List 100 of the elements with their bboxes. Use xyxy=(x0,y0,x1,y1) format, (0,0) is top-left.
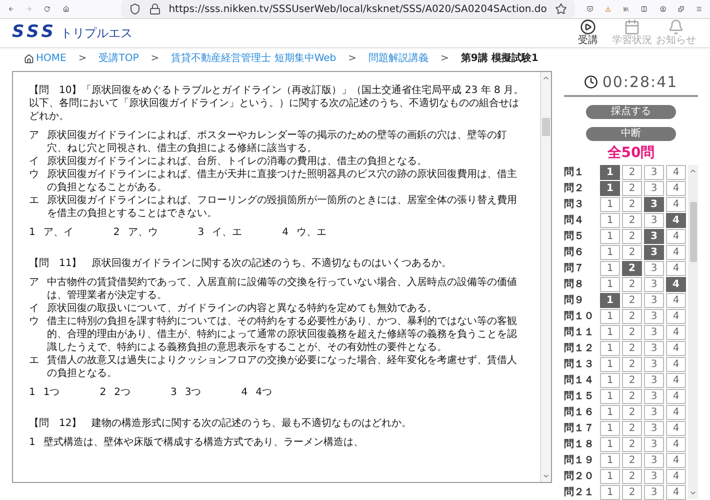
answer-choice[interactable]: 3 xyxy=(644,261,664,276)
answer-choice[interactable]: 3 xyxy=(644,389,664,404)
answer-choice[interactable]: 1 xyxy=(600,229,620,244)
answer-choice[interactable]: 2 xyxy=(622,181,642,196)
answer-choice[interactable]: 3 xyxy=(644,309,664,324)
answer-choice[interactable]: 1 xyxy=(600,469,620,484)
answer-choice[interactable]: 1 xyxy=(600,165,620,180)
scrollbar-thumb[interactable] xyxy=(542,118,550,136)
answer-choice[interactable]: 4 xyxy=(666,405,686,420)
answer-choice[interactable]: 3 xyxy=(644,373,664,388)
answer-choice[interactable]: 2 xyxy=(622,469,642,484)
answer-choice[interactable]: 4 xyxy=(666,277,686,292)
scroll-up-icon[interactable] xyxy=(689,167,697,175)
answer-choice[interactable]: 4 xyxy=(666,229,686,244)
star-icon[interactable] xyxy=(554,3,567,15)
answer-choice[interactable]: 3 xyxy=(644,485,664,500)
answer-choice[interactable]: 4 xyxy=(666,437,686,452)
answer-choice[interactable]: 4 xyxy=(666,261,686,276)
answer-choice[interactable]: 1 xyxy=(600,277,620,292)
answer-choice[interactable]: 4 xyxy=(666,453,686,468)
scrollbar-thumb[interactable] xyxy=(690,202,696,262)
answer-choice[interactable]: 4 xyxy=(666,341,686,356)
answer-choice[interactable]: 1 xyxy=(600,181,620,196)
answer-choice[interactable]: 2 xyxy=(622,373,642,388)
answer-choice[interactable]: 3 xyxy=(644,165,664,180)
answer-choice[interactable]: 1 xyxy=(600,405,620,420)
answer-choice[interactable]: 3 xyxy=(644,277,664,292)
answer-choice[interactable]: 1 xyxy=(600,293,620,308)
answer-choice[interactable]: 2 xyxy=(622,229,642,244)
answer-choice[interactable]: 1 xyxy=(600,389,620,404)
answer-choice[interactable]: 1 xyxy=(600,437,620,452)
answer-choice[interactable]: 4 xyxy=(666,197,686,212)
header-nav-button[interactable]: 受講 xyxy=(566,19,610,47)
answer-choice[interactable]: 2 xyxy=(622,309,642,324)
answer-choice[interactable]: 2 xyxy=(622,293,642,308)
action-button[interactable]: 中断 xyxy=(586,127,676,141)
answer-choice[interactable]: 2 xyxy=(622,357,642,372)
answer-choice[interactable]: 3 xyxy=(644,181,664,196)
breadcrumb-link[interactable]: 問題解説講義 xyxy=(368,51,429,66)
answer-choice[interactable]: 4 xyxy=(666,485,686,500)
answer-choice[interactable]: 4 xyxy=(666,309,686,324)
answer-choice[interactable]: 3 xyxy=(644,453,664,468)
answer-choice[interactable]: 2 xyxy=(622,389,642,404)
answer-choice[interactable]: 4 xyxy=(666,213,686,228)
answer-choice[interactable]: 3 xyxy=(644,293,664,308)
answer-choice[interactable]: 3 xyxy=(644,469,664,484)
answer-choice[interactable]: 1 xyxy=(600,213,620,228)
answer-choice[interactable]: 2 xyxy=(622,245,642,260)
answer-choice[interactable]: 2 xyxy=(622,165,642,180)
address-bar[interactable]: https://sss.nikken.tv/SSSUserWeb/local/ksknet/SSS/A020/SA0204SAction.do xyxy=(120,0,575,18)
answer-choice[interactable]: 3 xyxy=(644,421,664,436)
answer-choice[interactable]: 4 xyxy=(666,325,686,340)
answer-choice[interactable]: 1 xyxy=(600,309,620,324)
answer-choice[interactable]: 3 xyxy=(644,357,664,372)
answer-choice[interactable]: 1 xyxy=(600,357,620,372)
scroll-down-icon[interactable] xyxy=(689,489,697,497)
answer-choice[interactable]: 2 xyxy=(622,421,642,436)
answer-choice[interactable]: 2 xyxy=(622,277,642,292)
answer-choice[interactable]: 3 xyxy=(644,341,664,356)
answer-choice[interactable]: 2 xyxy=(622,197,642,212)
scrollbar[interactable] xyxy=(540,72,551,482)
answer-choice[interactable]: 4 xyxy=(666,469,686,484)
answer-choice[interactable]: 3 xyxy=(644,325,664,340)
answer-choice[interactable]: 1 xyxy=(600,261,620,276)
answer-choice[interactable]: 3 xyxy=(644,197,664,212)
answer-choice[interactable]: 1 xyxy=(600,453,620,468)
breadcrumb-link[interactable]: HOME xyxy=(24,51,66,66)
answer-choice[interactable]: 4 xyxy=(666,181,686,196)
scrollbar[interactable] xyxy=(688,165,698,499)
answer-choice[interactable]: 4 xyxy=(666,357,686,372)
answer-choice[interactable]: 1 xyxy=(600,485,620,500)
answer-choice[interactable]: 2 xyxy=(622,437,642,452)
answer-choice[interactable]: 3 xyxy=(644,245,664,260)
answer-choice[interactable]: 2 xyxy=(622,341,642,356)
breadcrumb-link[interactable]: 受講TOP xyxy=(98,51,139,66)
answer-choice[interactable]: 1 xyxy=(600,197,620,212)
answer-choice[interactable]: 2 xyxy=(622,405,642,420)
answer-choice[interactable]: 1 xyxy=(600,245,620,260)
answer-choice[interactable]: 2 xyxy=(622,485,642,500)
answer-choice[interactable]: 4 xyxy=(666,245,686,260)
answer-choice[interactable]: 1 xyxy=(600,341,620,356)
answer-choice[interactable]: 3 xyxy=(644,405,664,420)
answer-choice[interactable]: 2 xyxy=(622,213,642,228)
answer-choice[interactable]: 3 xyxy=(644,437,664,452)
answer-choice[interactable]: 2 xyxy=(622,325,642,340)
answer-choice[interactable]: 2 xyxy=(622,453,642,468)
answer-choice[interactable]: 4 xyxy=(666,373,686,388)
action-button[interactable]: 採点する xyxy=(586,105,676,119)
answer-choice[interactable]: 1 xyxy=(600,421,620,436)
answer-choice[interactable]: 2 xyxy=(622,261,642,276)
answer-choice[interactable]: 1 xyxy=(600,325,620,340)
answer-choice[interactable]: 4 xyxy=(666,293,686,308)
answer-choice[interactable]: 4 xyxy=(666,165,686,180)
answer-choice[interactable]: 4 xyxy=(666,421,686,436)
answer-choice[interactable]: 3 xyxy=(644,213,664,228)
answer-choice[interactable]: 3 xyxy=(644,229,664,244)
breadcrumb-link[interactable]: 賃貸不動産経営管理士 短期集中Web xyxy=(171,51,336,66)
answer-choice[interactable]: 1 xyxy=(600,373,620,388)
breadcrumb-link[interactable]: 第9講 模擬試験1 xyxy=(460,51,538,66)
answer-choice[interactable]: 4 xyxy=(666,389,686,404)
